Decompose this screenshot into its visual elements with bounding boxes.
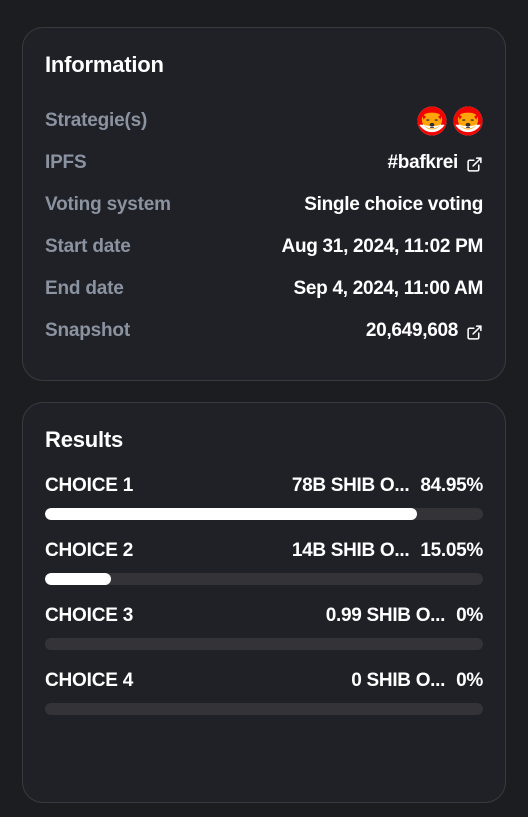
start-date-value: Aug 31, 2024, 11:02 PM: [281, 236, 484, 257]
choice-progress-track: [45, 638, 483, 650]
info-label-voting-system: Voting system: [45, 194, 171, 215]
choice-label: CHOICE 1: [45, 475, 134, 496]
shib-token-icon[interactable]: [453, 106, 483, 136]
result-choice-header: CHOICE 4 0 SHIB O... 0%: [45, 670, 483, 692]
info-label-ipfs: IPFS: [45, 152, 87, 173]
ipfs-value: #bafkrei: [387, 152, 459, 173]
choice-progress-fill: [45, 573, 111, 585]
choice-percent: 0%: [456, 605, 483, 626]
result-choice-header: CHOICE 1 78B SHIB O... 84.95%: [45, 475, 483, 497]
info-row-voting-system: Voting system Single choice voting: [45, 184, 483, 226]
results-card: Results CHOICE 1 78B SHIB O... 84.95% CH…: [22, 402, 506, 803]
choice-amount: 78B SHIB O...: [291, 475, 410, 496]
choice-amount: 0 SHIB O...: [351, 670, 446, 691]
choice-percent: 84.95%: [420, 475, 483, 496]
choice-progress-fill: [45, 508, 418, 520]
choice-progress-track: [45, 703, 483, 715]
choice-values: 14B SHIB O... 15.05%: [133, 540, 483, 562]
external-link-icon: [466, 324, 483, 341]
result-choice-row: CHOICE 1 78B SHIB O... 84.95%: [45, 475, 483, 520]
info-row-end-date: End date Sep 4, 2024, 11:00 AM: [45, 268, 483, 310]
result-choice-row: CHOICE 3 0.99 SHIB O... 0%: [45, 605, 483, 650]
information-card: Information Strategie(s) IPFS #bafkrei V…: [22, 27, 506, 381]
result-choice-header: CHOICE 2 14B SHIB O... 15.05%: [45, 540, 483, 562]
shib-token-icon[interactable]: [417, 106, 447, 136]
choice-values: 78B SHIB O... 84.95%: [133, 475, 483, 497]
choice-values: 0.99 SHIB O... 0%: [133, 605, 484, 627]
info-label-start-date: Start date: [45, 236, 131, 257]
choice-label: CHOICE 2: [45, 540, 134, 561]
info-label-strategies: Strategie(s): [45, 110, 148, 131]
end-date-value: Sep 4, 2024, 11:00 AM: [293, 278, 484, 299]
information-card-title: Information: [45, 52, 164, 77]
result-choice-row: CHOICE 2 14B SHIB O... 15.05%: [45, 540, 483, 585]
info-label-snapshot: Snapshot: [45, 320, 130, 341]
results-card-title: Results: [45, 427, 124, 452]
strategies-avatar-group: [417, 106, 483, 136]
choice-percent: 0%: [456, 670, 483, 691]
choice-amount: 14B SHIB O...: [291, 540, 410, 561]
snapshot-value: 20,649,608: [365, 320, 458, 341]
choice-progress-track: [45, 573, 483, 585]
snapshot-link[interactable]: 20,649,608: [366, 320, 483, 342]
result-choice-row: CHOICE 4 0 SHIB O... 0%: [45, 670, 483, 715]
result-choice-header: CHOICE 3 0.99 SHIB O... 0%: [45, 605, 483, 627]
choice-label: CHOICE 3: [45, 605, 134, 626]
choice-progress-track: [45, 508, 483, 520]
external-link-icon: [466, 156, 483, 173]
info-row-ipfs: IPFS #bafkrei: [45, 142, 483, 184]
choice-percent: 15.05%: [420, 540, 483, 561]
choice-values: 0 SHIB O... 0%: [133, 670, 483, 692]
info-row-snapshot: Snapshot 20,649,608: [45, 310, 483, 352]
info-row-strategies: Strategie(s): [45, 100, 483, 142]
info-row-start-date: Start date Aug 31, 2024, 11:02 PM: [45, 226, 483, 268]
voting-system-value: Single choice voting: [304, 194, 483, 215]
choice-amount: 0.99 SHIB O...: [325, 605, 446, 626]
proposal-detail-panel: Information Strategie(s) IPFS #bafkrei V…: [0, 0, 528, 817]
ipfs-link[interactable]: #bafkrei: [388, 152, 483, 174]
choice-label: CHOICE 4: [45, 670, 134, 691]
info-label-end-date: End date: [45, 278, 124, 299]
